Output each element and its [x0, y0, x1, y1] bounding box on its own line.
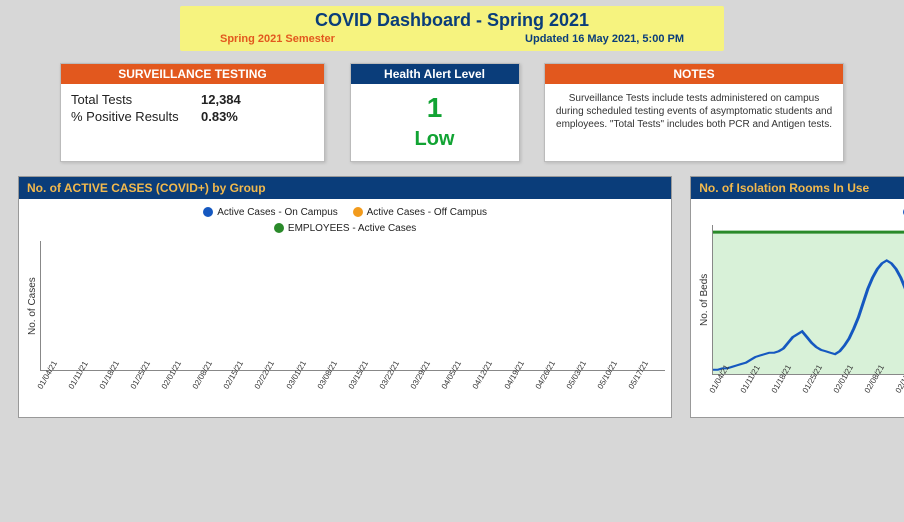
- active-cases-bars: [41, 241, 665, 370]
- health-alert-number: 1: [351, 92, 519, 124]
- isolation-plot: [712, 225, 904, 375]
- dot-icon: [353, 207, 363, 217]
- isolation-ylabel: No. of Beds: [697, 225, 712, 375]
- health-alert-word: Low: [351, 128, 519, 151]
- notes-body: Surveillance Tests include tests adminis…: [545, 84, 843, 139]
- subtitle-right: Updated 16 May 2021, 5:00 PM: [525, 33, 684, 45]
- active-cases-legend: Active Cases - On Campus Active Cases - …: [25, 205, 665, 237]
- surveillance-card: SURVEILLANCE TESTING Total Tests 12,384 …: [60, 63, 325, 162]
- surveillance-positive-value: 0.83%: [201, 109, 238, 124]
- isolation-legend: Isolation Beds in Use Isolation Threshol…: [697, 205, 904, 221]
- surveillance-positive-row: % Positive Results 0.83%: [71, 109, 314, 124]
- isolation-title: No. of Isolation Rooms In Use: [691, 177, 904, 199]
- surveillance-header: SURVEILLANCE TESTING: [61, 64, 324, 84]
- health-alert-card: Health Alert Level 1 Low: [350, 63, 520, 162]
- isolation-body: Isolation Beds in Use Isolation Threshol…: [691, 199, 904, 417]
- surveillance-total-value: 12,384: [201, 92, 241, 107]
- isolation-chart: No. of Isolation Rooms In Use Isolation …: [690, 176, 904, 418]
- legend-on-campus: Active Cases - On Campus: [203, 205, 338, 221]
- subtitle-left: Spring 2021 Semester: [220, 33, 335, 45]
- active-cases-title: No. of ACTIVE CASES (COVID+) by Group: [19, 177, 671, 199]
- charts-row: No. of ACTIVE CASES (COVID+) by Group Ac…: [18, 176, 886, 418]
- dot-icon: [203, 207, 213, 217]
- top-cards-row: SURVEILLANCE TESTING Total Tests 12,384 …: [60, 63, 844, 162]
- active-cases-plot-wrap: No. of Cases: [25, 241, 665, 371]
- banner: COVID Dashboard - Spring 2021 Spring 202…: [180, 6, 724, 51]
- page-title: COVID Dashboard - Spring 2021: [190, 10, 714, 31]
- surveillance-total-row: Total Tests 12,384: [71, 92, 314, 107]
- banner-subrow: Spring 2021 Semester Updated 16 May 2021…: [190, 33, 714, 45]
- active-cases-ylabel: No. of Cases: [25, 241, 40, 371]
- isolation-svg: [713, 225, 904, 374]
- active-cases-chart: No. of ACTIVE CASES (COVID+) by Group Ac…: [18, 176, 672, 418]
- surveillance-total-label: Total Tests: [71, 92, 201, 107]
- legend-off-campus: Active Cases - Off Campus: [353, 205, 487, 221]
- dot-icon: [274, 223, 284, 233]
- isolation-xticks: 01/04/2101/11/2101/18/2101/25/2102/01/21…: [711, 375, 904, 415]
- notes-header: NOTES: [545, 64, 843, 84]
- legend-employees: EMPLOYEES - Active Cases: [274, 221, 416, 237]
- surveillance-positive-label: % Positive Results: [71, 109, 201, 124]
- health-alert-header: Health Alert Level: [351, 64, 519, 84]
- active-cases-body: Active Cases - On Campus Active Cases - …: [19, 199, 671, 413]
- isolation-plot-wrap: No. of Beds: [697, 225, 904, 375]
- active-cases-plot: [40, 241, 665, 371]
- surveillance-body: Total Tests 12,384 % Positive Results 0.…: [61, 84, 324, 132]
- active-cases-xticks: 01/04/2101/11/2101/18/2101/25/2102/01/21…: [39, 371, 665, 411]
- notes-card: NOTES Surveillance Tests include tests a…: [544, 63, 844, 162]
